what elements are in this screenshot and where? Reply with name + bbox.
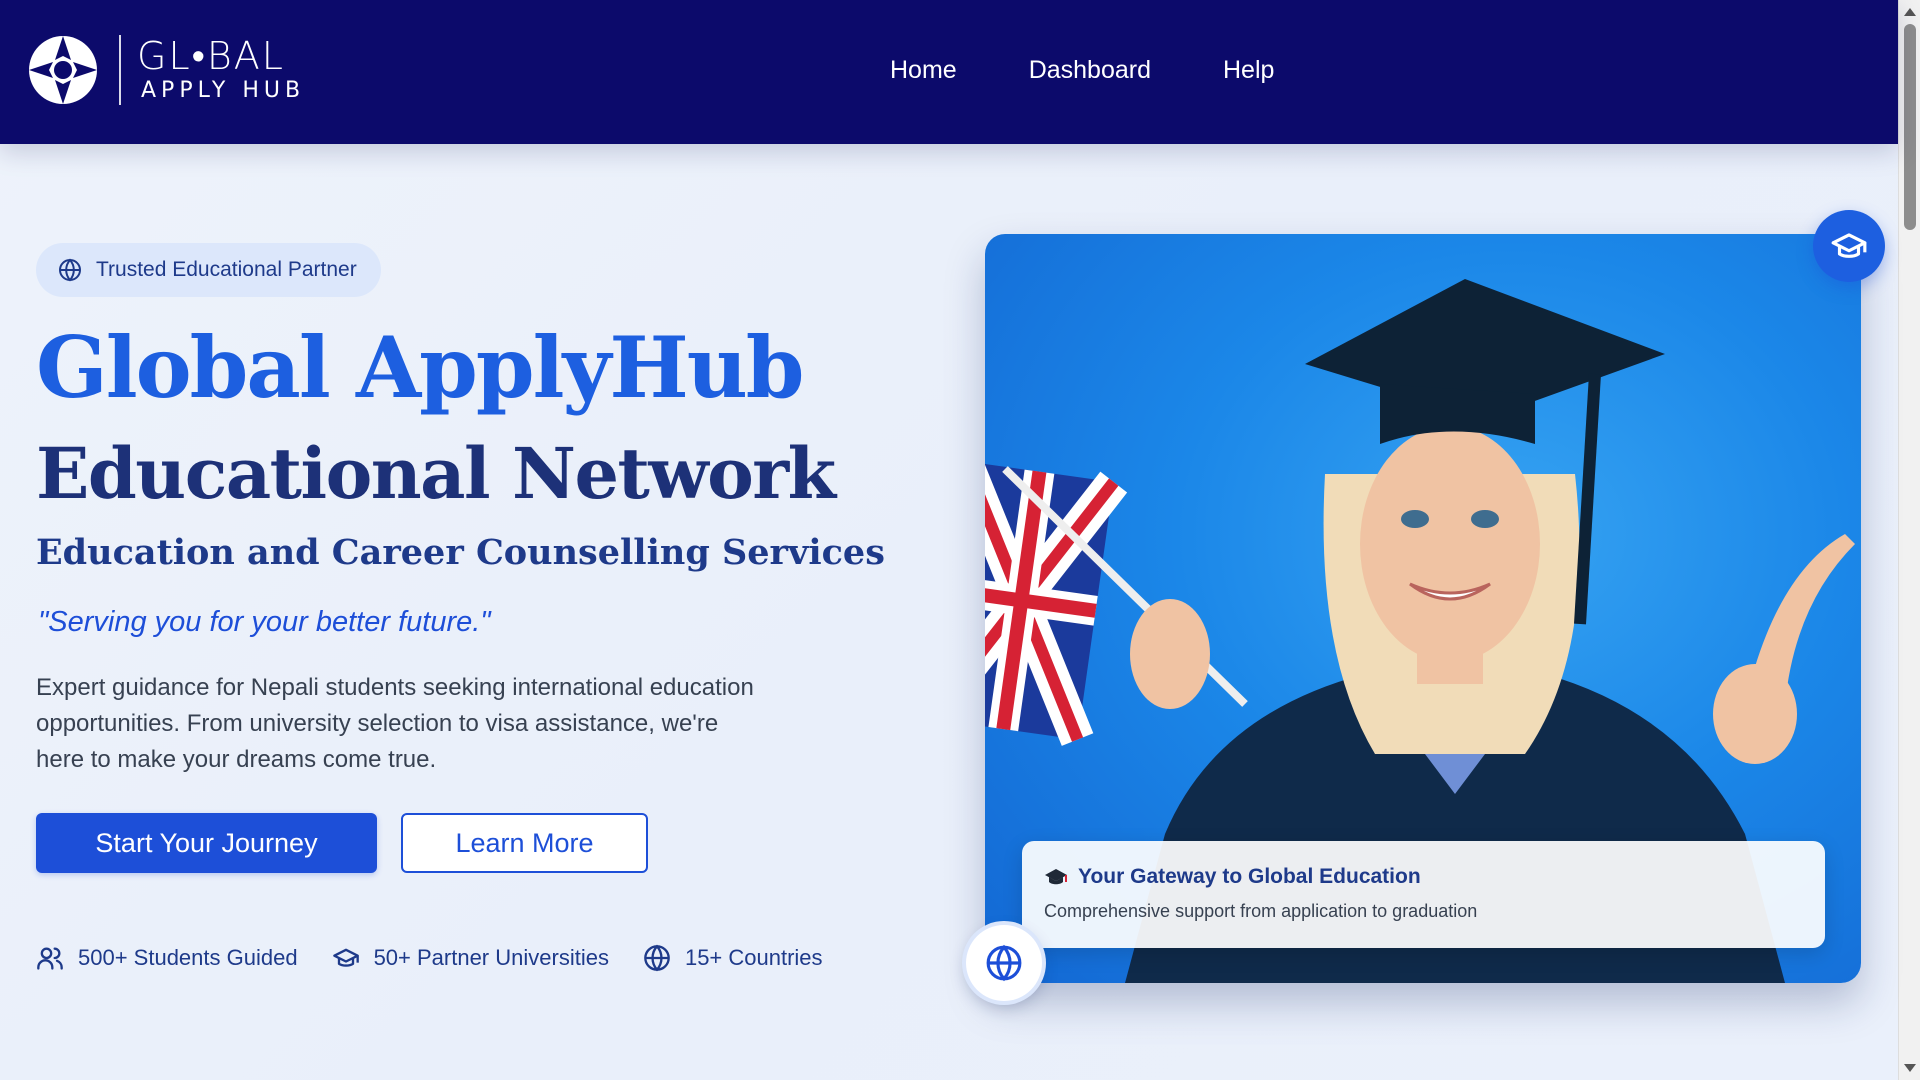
- tagline: "Serving you for your better future.": [38, 606, 491, 638]
- hero-subtitle: Educational Network: [36, 432, 836, 515]
- nav-home[interactable]: Home: [890, 56, 957, 85]
- floating-cap-badge: [1813, 210, 1885, 282]
- stats-row: 500+ Students Guided 50+ Partner Univers…: [36, 944, 823, 972]
- hero-description: Expert guidance for Nepali students seek…: [36, 674, 754, 773]
- page-scrollbar[interactable]: [1898, 0, 1920, 1080]
- top-navbar: GL•BAL APPLY HUB Home Dashboard Help: [0, 0, 1898, 144]
- scroll-thumb[interactable]: [1904, 24, 1916, 230]
- graduation-cap-icon: [332, 948, 359, 967]
- globe-icon: [59, 258, 81, 282]
- graduation-cap-icon: [1045, 869, 1067, 885]
- hero-image-card: Your Gateway to Global Education Compreh…: [985, 234, 1861, 983]
- users-icon: [37, 947, 63, 970]
- nav-help[interactable]: Help: [1223, 56, 1274, 85]
- floating-globe-badge: [966, 925, 1042, 1001]
- logo-divider: [119, 35, 121, 105]
- stat-countries-label: 15+ Countries: [684, 945, 823, 970]
- brand-logo[interactable]: GL•BAL APPLY HUB: [27, 34, 305, 106]
- trusted-partner-badge: Trusted Educational Partner: [36, 243, 381, 297]
- graduation-cap-icon: [1831, 233, 1867, 258]
- learn-more-button[interactable]: Learn More: [401, 813, 648, 873]
- brand-line2: APPLY HUB: [141, 78, 306, 103]
- nav-dashboard[interactable]: Dashboard: [1029, 56, 1151, 85]
- uk-flag-image: [985, 454, 1128, 746]
- stat-universities: 50+ Partner Universities: [332, 944, 609, 972]
- scroll-up-arrow[interactable]: [1904, 8, 1916, 16]
- caption-subtitle: Comprehensive support from application t…: [1044, 901, 1478, 921]
- stat-students-label: 500+ Students Guided: [78, 945, 298, 970]
- hero-title: Global ApplyHub: [36, 318, 805, 417]
- stat-countries: 15+ Countries: [643, 944, 823, 972]
- caption-title-row: Your Gateway to Global Education: [1044, 865, 1803, 889]
- scroll-down-arrow[interactable]: [1904, 1064, 1916, 1072]
- brand-wordmark: GL•BAL APPLY HUB: [137, 35, 305, 105]
- globe-icon: [644, 944, 670, 972]
- globe-icon: [986, 944, 1022, 982]
- globe-sun-icon: [29, 36, 97, 104]
- badge-label: Trusted Educational Partner: [96, 258, 357, 281]
- main-nav: Home Dashboard Help: [890, 56, 1274, 85]
- services-heading: Education and Career Counselling Service…: [36, 532, 885, 573]
- caption-box: Your Gateway to Global Education Compreh…: [1022, 841, 1825, 948]
- caption-title: Your Gateway to Global Education: [1078, 865, 1421, 888]
- start-journey-button[interactable]: Start Your Journey: [36, 813, 377, 873]
- stat-students: 500+ Students Guided: [36, 944, 298, 972]
- stat-universities-label: 50+ Partner Universities: [373, 945, 609, 970]
- brand-line1: GL•BAL: [137, 34, 285, 78]
